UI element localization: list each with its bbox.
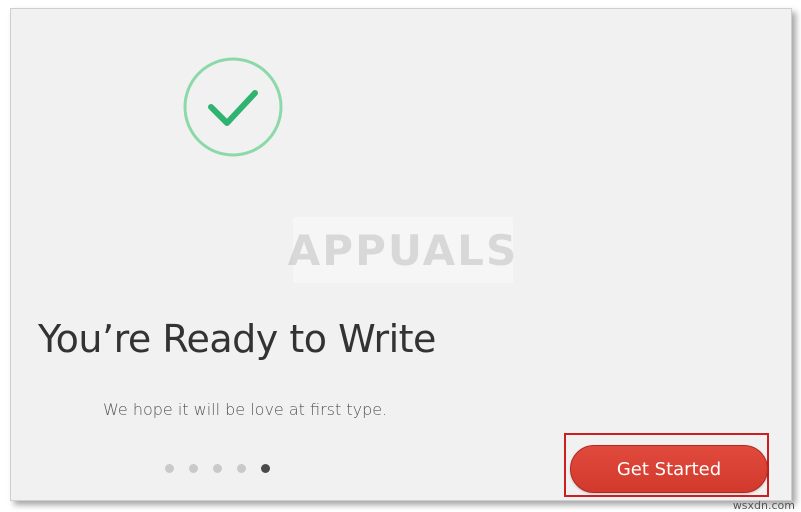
page-dot-3[interactable] [213, 464, 222, 473]
watermark: APPUALS [288, 217, 516, 283]
page-dot-1[interactable] [165, 464, 174, 473]
page-subtitle: We hope it will be love at first type. [103, 400, 388, 419]
page-title: You’re Ready to Write [38, 317, 436, 361]
get-started-button[interactable]: Get Started [570, 445, 768, 493]
onboarding-window: APPUALS You’re Ready to Write We hope it… [10, 8, 792, 501]
page-dot-5-active[interactable] [261, 464, 270, 473]
check-circle-icon [183, 57, 283, 157]
page-dot-2[interactable] [189, 464, 198, 473]
pagination-dots [165, 464, 270, 473]
watermark-text: APPUALS [287, 225, 519, 275]
page-dot-4[interactable] [237, 464, 246, 473]
source-watermark: wsxdn.com [732, 499, 795, 512]
